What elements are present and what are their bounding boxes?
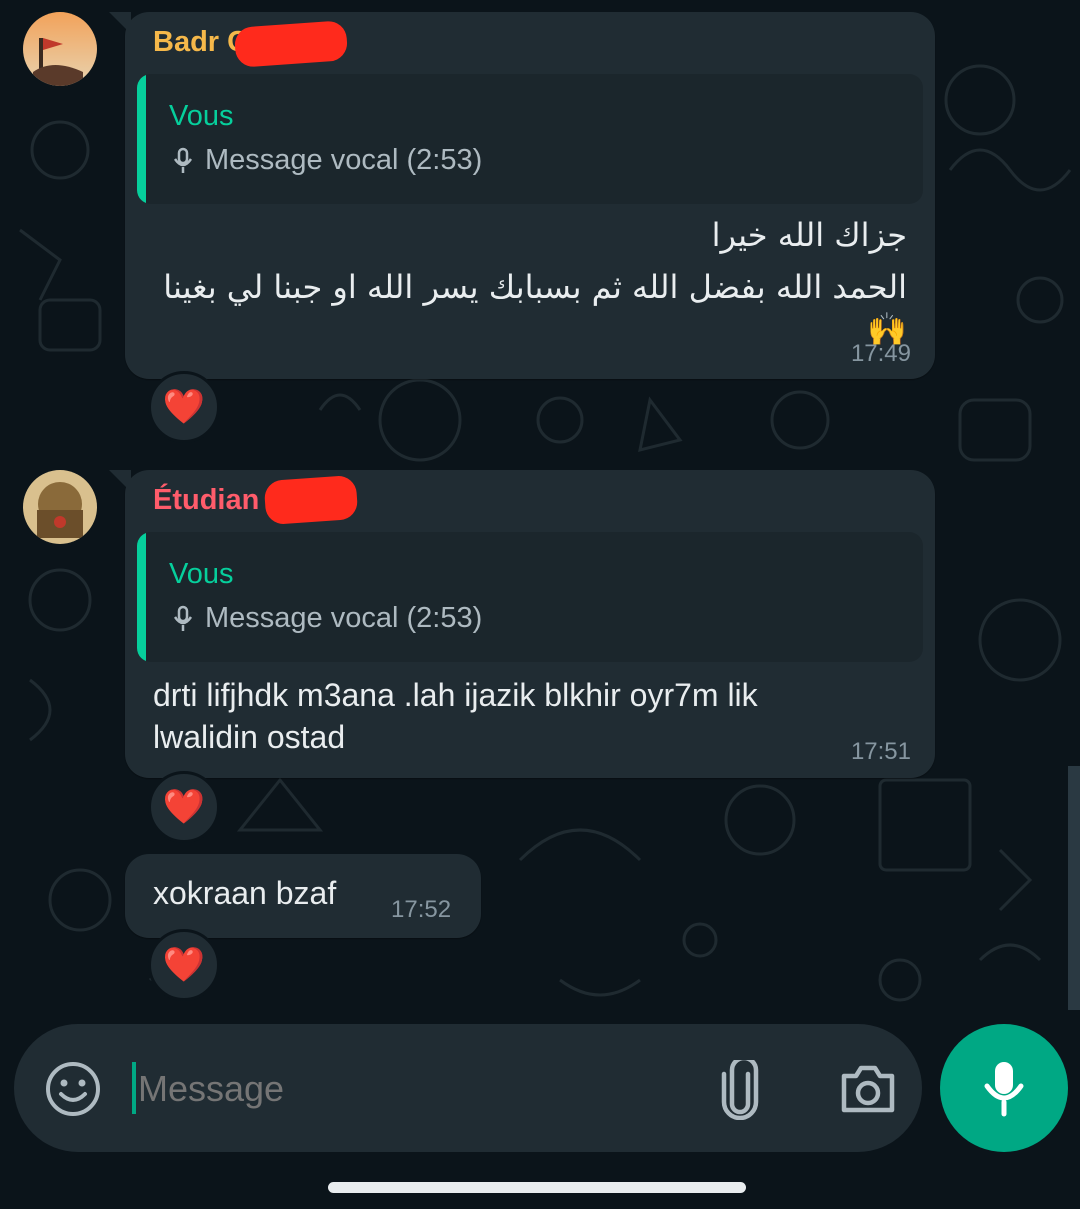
quoted-text-row: Message vocal (2:53) bbox=[173, 602, 482, 635]
scroll-indicator[interactable] bbox=[1068, 766, 1080, 1010]
message-time: 17:52 bbox=[391, 896, 452, 923]
message-line-2: lwalidin ostad bbox=[153, 719, 346, 755]
heart-reaction-icon: ❤️ bbox=[162, 388, 206, 426]
message-line-1: drti lifjhdk m3ana .lah ijazik blkhir oy… bbox=[153, 677, 758, 713]
message-time: 17:51 bbox=[850, 738, 911, 765]
reaction-badge[interactable]: ❤️ bbox=[148, 929, 220, 1001]
reaction-badge[interactable]: ❤️ bbox=[148, 371, 220, 443]
quoted-message[interactable]: Vous Message vocal (2:53) bbox=[137, 532, 923, 662]
redaction-mark bbox=[233, 20, 349, 68]
quoted-text: Message vocal (2:53) bbox=[205, 144, 483, 176]
bubble-tail bbox=[109, 470, 131, 492]
message-text: جزاك الله خيرا الحمد الله بفضل الله ثم ب… bbox=[147, 214, 907, 350]
message-text: xokraan bzaf bbox=[153, 875, 337, 911]
reaction-badge[interactable]: ❤️ bbox=[148, 771, 220, 843]
quoted-text-row: Message vocal (2:53) bbox=[173, 144, 482, 177]
sender-name[interactable]: Badr C bbox=[153, 26, 248, 59]
quote-accent-bar bbox=[137, 532, 146, 662]
message-line-2: الحمد الله بفضل الله ثم بسبابك يسر الله … bbox=[163, 268, 907, 348]
message-composer bbox=[14, 1024, 922, 1152]
message-text: drti lifjhdk m3ana .lah ijazik blkhir oy… bbox=[153, 674, 873, 758]
message-bubble-1[interactable]: Badr C Vous Message vocal (2:53) جزاك ال… bbox=[109, 12, 935, 379]
microphone-small-icon bbox=[173, 147, 193, 173]
home-indicator[interactable] bbox=[328, 1182, 746, 1193]
avatar-etudiant[interactable] bbox=[23, 470, 97, 544]
message-time: 17:49 bbox=[850, 340, 911, 367]
avatar-image bbox=[23, 12, 97, 86]
redaction-mark bbox=[263, 474, 359, 526]
quoted-author: Vous bbox=[169, 558, 234, 590]
heart-reaction-icon: ❤️ bbox=[162, 946, 206, 984]
quoted-text: Message vocal (2:53) bbox=[205, 602, 483, 634]
message-line-1: جزاك الله خيرا bbox=[711, 216, 907, 254]
quoted-author: Vous bbox=[169, 100, 234, 132]
voice-record-button[interactable] bbox=[940, 1024, 1068, 1152]
microphone-icon bbox=[984, 1062, 1024, 1117]
quoted-message[interactable]: Vous Message vocal (2:53) bbox=[137, 74, 923, 204]
message-bubble-2[interactable]: Étudian Vous Message vocal (2:53) drti l… bbox=[109, 470, 935, 778]
message-input[interactable] bbox=[136, 1054, 680, 1124]
camera-icon[interactable] bbox=[838, 1062, 898, 1116]
avatar-badr[interactable] bbox=[23, 12, 97, 86]
heart-reaction-icon: ❤️ bbox=[162, 788, 206, 826]
avatar-image bbox=[23, 470, 97, 544]
microphone-small-icon bbox=[173, 605, 193, 631]
paperclip-icon[interactable] bbox=[716, 1060, 764, 1120]
quote-accent-bar bbox=[137, 74, 146, 204]
sender-name[interactable]: Étudian bbox=[153, 484, 259, 517]
bubble-tail bbox=[109, 12, 131, 34]
message-bubble-3[interactable]: xokraan bzaf 17:52 bbox=[125, 854, 481, 938]
emoji-icon[interactable] bbox=[44, 1060, 102, 1118]
